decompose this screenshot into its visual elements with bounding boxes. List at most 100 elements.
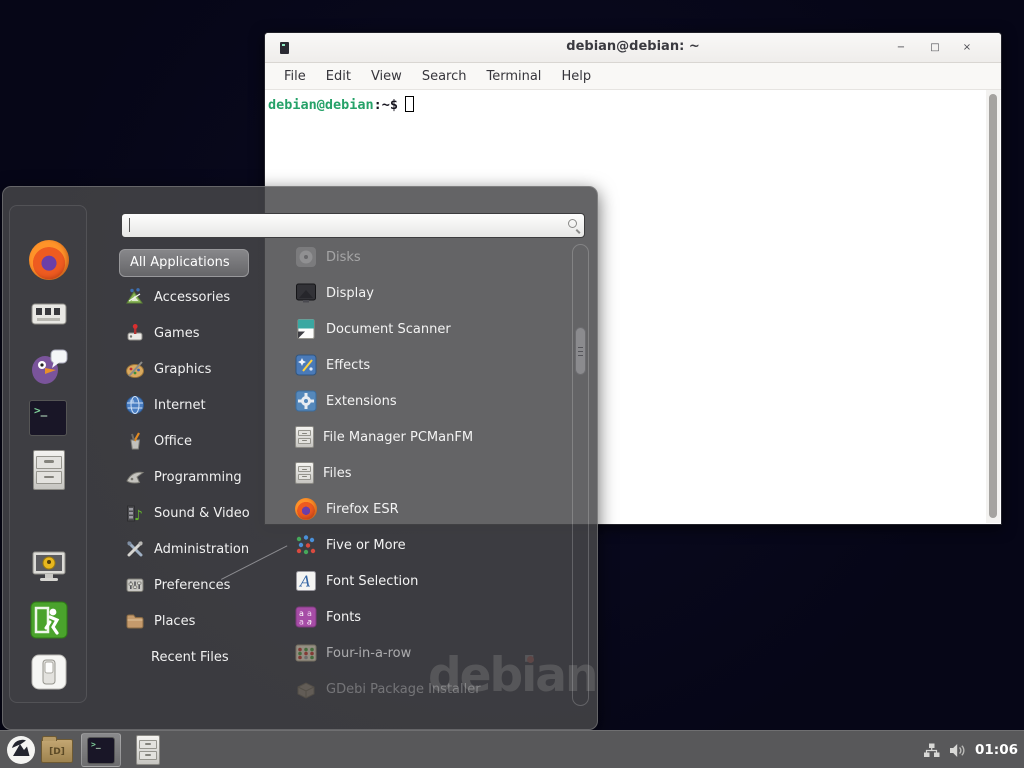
menu-file[interactable]: File [274,65,316,88]
menu-launcher-button[interactable] [6,735,36,765]
app-item-font-selection[interactable]: A Font Selection [281,563,567,599]
category-sound-video[interactable]: ♪ Sound & Video [119,495,277,531]
search-icon [568,219,577,228]
category-games[interactable]: Games [119,315,277,351]
menu-help[interactable]: Help [551,65,601,88]
four-in-a-row-icon [295,642,317,664]
category-places[interactable]: Places [119,603,277,639]
app-item-files[interactable]: Files [281,455,567,491]
places-folder-icon [125,611,145,631]
terminal-scrollbar-thumb[interactable] [989,94,997,518]
terminal-icon: >_ [87,737,115,764]
app-item-effects[interactable]: Effects [281,347,567,383]
category-recent-files[interactable]: Recent Files [119,639,277,675]
favorite-pidgin-button[interactable] [29,346,69,386]
app-item-five-or-more[interactable]: Five or More [281,527,567,563]
system-tray: 01:06 [923,731,1018,768]
scrollbar-grip [578,347,583,348]
menu-edit[interactable]: Edit [316,65,361,88]
scrollbar-grip [578,351,583,352]
category-internet[interactable]: Internet [119,387,277,423]
volume-icon[interactable] [949,743,966,758]
search-input[interactable] [121,213,585,238]
files-launcher[interactable] [136,735,162,765]
five-or-more-icon [295,534,317,556]
logout-button[interactable] [29,600,69,640]
favorite-control-center-button[interactable] [29,296,69,336]
favorites-column: >_ [9,205,87,703]
menu-search[interactable]: Search [412,65,477,88]
menu-logo-icon [6,735,36,765]
menu-terminal[interactable]: Terminal [476,65,551,88]
minimize-button[interactable]: − [893,40,909,56]
app-label: GDebi Package Installer [326,682,481,697]
app-list-scrollbar-thumb[interactable] [575,327,586,375]
category-office[interactable]: Office [119,423,277,459]
svg-text:A: A [298,573,311,591]
menu-view[interactable]: View [361,65,412,88]
category-label: Internet [154,398,206,413]
category-label: Recent Files [151,650,229,665]
svg-text:♪: ♪ [134,508,143,523]
category-accessories[interactable]: Accessories [119,279,277,315]
app-label: Firefox ESR [326,502,399,517]
app-list-scrollbar[interactable] [572,244,589,706]
prompt-user-host: debian@debian [268,97,374,113]
terminal-scrollbar[interactable] [986,90,1000,523]
app-item-file-manager-pcmanfm[interactable]: File Manager PCManFM [281,419,567,455]
category-label: Places [154,614,195,629]
favorite-terminal-button[interactable]: >_ [29,400,69,440]
app-label: Disks [326,250,361,265]
prompt-path: :~$ [374,97,398,113]
control-center-icon [29,296,69,332]
category-graphics[interactable]: Graphics [119,351,277,387]
shell-prompt: debian@debian:~$ [268,96,414,113]
quit-button[interactable] [29,652,69,692]
firefox-icon [295,498,317,520]
taskbar-terminal-button[interactable]: >_ [81,733,121,767]
logout-icon [29,600,69,640]
text-caret [129,218,130,232]
app-item-disks[interactable]: Disks [281,239,567,275]
category-label: Administration [154,542,249,557]
category-label: Office [154,434,192,449]
graphics-icon [125,359,145,379]
favorite-firefox-button[interactable] [29,240,69,280]
window-title: debian@debian: ~ [265,39,1001,54]
internet-icon [125,395,145,415]
app-item-document-scanner[interactable]: Document Scanner [281,311,567,347]
pidgin-icon [29,346,69,386]
close-button[interactable]: × [959,40,975,56]
app-item-display[interactable]: Display [281,275,567,311]
file-manager-launcher[interactable]: [D] [41,737,73,763]
file-cabinet-icon [33,450,65,490]
category-programming[interactable]: Programming [119,459,277,495]
favorite-file-manager-button[interactable] [29,450,69,490]
category-preferences[interactable]: Preferences [119,567,277,603]
file-cabinet-icon [295,426,314,448]
folder-badge: [D] [42,747,72,757]
file-cabinet-icon [295,462,314,484]
fonts-icon: aa aa [295,606,317,628]
app-item-gdebi-package-installer[interactable]: GDebi Package Installer [281,671,567,707]
document-scanner-icon [295,318,317,340]
category-label: Preferences [154,578,230,593]
games-icon [125,323,145,343]
gdebi-icon [295,678,317,700]
search-box [121,213,585,238]
lock-screen-icon [29,546,69,586]
lock-screen-button[interactable] [29,546,69,586]
app-item-fonts[interactable]: aa aa Fonts [281,599,567,635]
svg-text:a: a [307,618,312,627]
category-label: Sound & Video [154,506,250,521]
network-icon[interactable] [923,743,940,758]
maximize-button[interactable]: □ [927,40,943,56]
app-item-extensions[interactable]: Extensions [281,383,567,419]
app-item-firefox-esr[interactable]: Firefox ESR [281,491,567,527]
category-all-applications[interactable]: All Applications [119,249,249,277]
app-label: Files [323,466,352,481]
clock[interactable]: 01:06 [975,742,1018,758]
effects-icon [295,354,317,376]
app-item-four-in-a-row[interactable]: Four-in-a-row [281,635,567,671]
terminal-titlebar[interactable]: debian@debian: ~ − □ × [265,33,1001,63]
